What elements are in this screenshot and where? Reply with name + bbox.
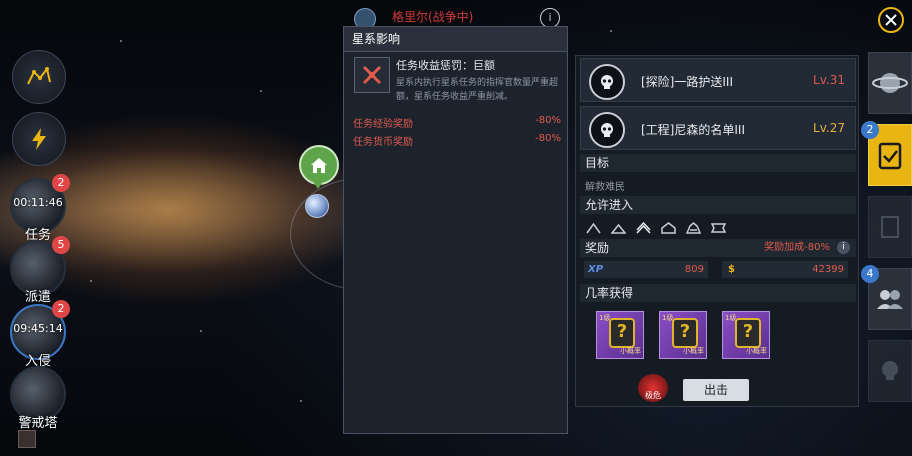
mystery-box-icon: ? (735, 318, 761, 348)
mission-timer: 00:11:46 (13, 196, 63, 209)
constellation-icon (27, 66, 51, 85)
mission-entry[interactable]: [工程]尼森的名单III Lv.27 (580, 106, 856, 150)
item-rarity: 小概率 (620, 347, 641, 355)
coin-reward: $ 42399 (722, 261, 848, 278)
danger-label: 极危 (645, 391, 661, 400)
skull-icon (882, 361, 898, 380)
mission-name: [探险]一路护送III (641, 75, 733, 89)
tab-missions[interactable]: 2 (861, 121, 912, 186)
drop-item[interactable]: 1级 ? 小概率 (659, 311, 707, 359)
planet-node[interactable] (305, 194, 329, 218)
penalty-row-value: -80% (535, 115, 561, 126)
penalty-row: 任务货币奖励 -80% (353, 133, 561, 148)
tab-records[interactable] (868, 196, 912, 258)
xp-reward: XP 809 (584, 261, 708, 278)
mission-name: [工程]尼森的名单III (641, 123, 745, 137)
info-icon[interactable]: i (540, 8, 560, 28)
mission-tab-badge: 2 (861, 121, 879, 139)
carrier-icon (685, 219, 702, 234)
access-ship-types (586, 219, 727, 234)
drop-item[interactable]: 1级 ? 小概率 (722, 311, 770, 359)
home-marker-pointer (312, 180, 324, 189)
battleship-icon (710, 219, 727, 233)
penalty-row-value: -80% (535, 133, 561, 144)
home-marker-icon[interactable] (299, 145, 339, 185)
target-value: 解救难民 (585, 182, 625, 193)
sidebar-item-mission[interactable]: 00:11:46 任务 2 (10, 174, 70, 243)
top-header: 格里尔(战争中) i (352, 4, 568, 30)
xp-icon: XP (588, 264, 604, 275)
destroyer-icon (610, 219, 627, 234)
access-header: 允许进入 (580, 196, 856, 214)
reward-bonus: 奖励加成-80% (764, 242, 830, 253)
cruiser-icon (636, 219, 651, 234)
xp-value: 809 (684, 264, 704, 275)
mission-level: Lv.27 (813, 121, 845, 135)
document-icon (881, 216, 899, 238)
invasion-badge: 2 (52, 300, 70, 318)
penalty-icon (354, 57, 390, 93)
close-button[interactable] (878, 7, 904, 33)
sidebar-item-dispatch[interactable]: 派遣 5 (10, 236, 70, 305)
reward-info-icon[interactable]: i (837, 241, 850, 254)
sidebar-item-watchtower[interactable]: 警戒塔 (10, 366, 66, 431)
reward-label: 奖励 (585, 241, 610, 255)
tab-danger[interactable] (868, 340, 912, 402)
tab-team[interactable]: 4 (861, 265, 912, 330)
sidebar-item-label: 警戒塔 (18, 416, 58, 431)
penalty-description: 星系内执行星系任务的指挥官数量严重超额，星系任务收益严重削减。 (396, 78, 559, 102)
reward-header: 奖励 奖励加成-80% i (580, 239, 856, 257)
coin-value: 42399 (812, 264, 844, 275)
penalty-title: 任务收益惩罚：巨额 (396, 59, 495, 72)
skull-icon (589, 64, 625, 100)
penalty-row-label: 任务经验奖励 (353, 119, 413, 130)
small-square-icon[interactable] (18, 430, 36, 448)
penalty-row: 任务经验奖励 -80% (353, 115, 561, 130)
energy-button[interactable] (12, 112, 66, 166)
lightning-icon (32, 128, 46, 150)
constellation-button[interactable] (12, 50, 66, 104)
invasion-timer: 09:45:14 (13, 322, 63, 335)
mission-entry[interactable]: [探险]一路护送III Lv.31 (580, 58, 856, 102)
planet-icon (872, 73, 908, 93)
frigate-icon (586, 219, 601, 234)
tab-planet[interactable] (868, 52, 912, 114)
close-icon (885, 14, 897, 26)
mystery-box-icon: ? (672, 318, 698, 348)
team-tab-badge: 4 (861, 265, 879, 283)
mission-detail-panel: [探险]一路护送III Lv.31 [工程]尼森的名单III Lv.27 目标 … (575, 55, 859, 407)
location-text: 格里尔(战争中) (392, 10, 474, 24)
target-header: 目标 (580, 154, 856, 172)
mission-badge: 2 (52, 174, 70, 192)
mystery-box-icon: ? (609, 318, 635, 348)
galaxy-influence-popup: 星系影响 任务收益惩罚：巨额 星系内执行星系任务的指挥官数量严重超额，星系任务收… (343, 26, 568, 434)
danger-skull-icon: 极危 (638, 374, 668, 402)
drop-header: 几率获得 (580, 284, 856, 302)
mission-level: Lv.31 (813, 73, 845, 87)
item-rarity: 小概率 (683, 347, 704, 355)
skull-icon (589, 112, 625, 148)
item-rarity: 小概率 (746, 347, 767, 355)
drop-item[interactable]: 1级 ? 小概率 (596, 311, 644, 359)
sidebar-item-invasion[interactable]: 09:45:14 入侵 2 (10, 300, 70, 369)
dispatch-badge: 5 (52, 236, 70, 254)
battlecruiser-icon (661, 219, 676, 234)
coin-icon: $ (728, 264, 735, 275)
penalty-row-label: 任务货币奖励 (353, 137, 413, 148)
popup-title: 星系影响 (344, 27, 567, 52)
launch-button[interactable]: 出击 (683, 379, 749, 401)
